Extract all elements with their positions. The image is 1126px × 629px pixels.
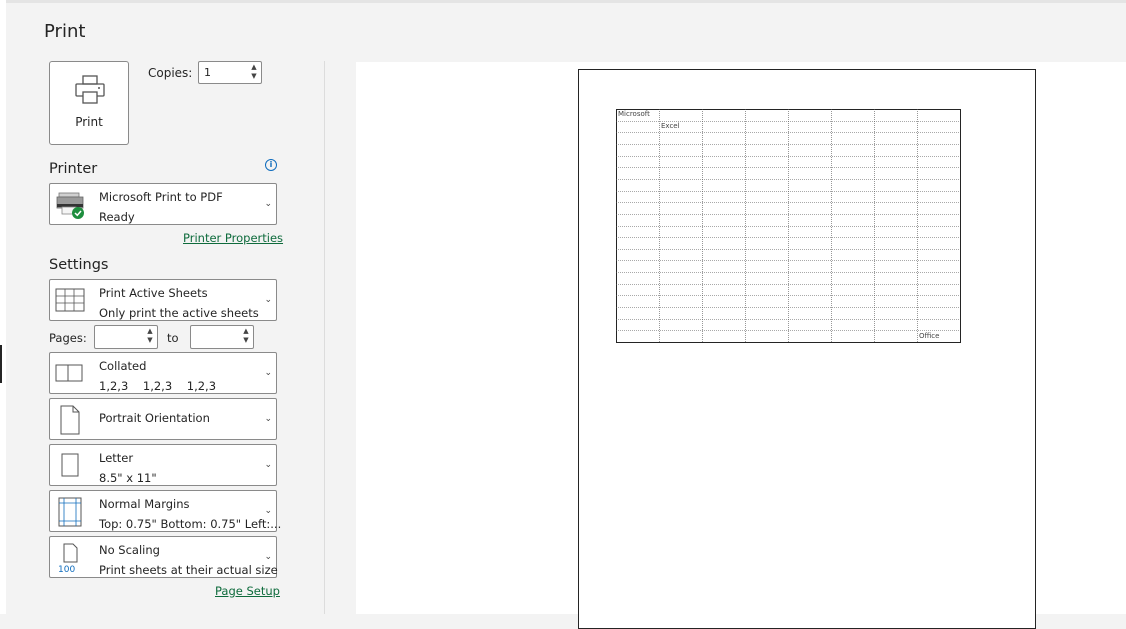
copies-input[interactable] [204, 64, 246, 81]
copies-stepper[interactable]: ▲ ▼ [198, 61, 262, 84]
pages-label: Pages: [49, 331, 87, 345]
pages-from-stepper[interactable]: ▲ ▼ [94, 325, 158, 349]
orientation-title: Portrait Orientation [99, 411, 210, 425]
collation-dropdown[interactable]: Collated 1,2,3 1,2,3 1,2,3 ⌄ [49, 352, 277, 394]
to-label: to [167, 331, 179, 345]
copies-label: Copies: [148, 66, 193, 80]
chevron-down-icon: ⌄ [264, 414, 272, 424]
portrait-page-icon [60, 405, 80, 435]
scaling-icon: 100 [58, 543, 78, 573]
info-icon[interactable]: i [265, 159, 277, 171]
preview-cell-b2: Excel [661, 122, 680, 130]
top-strip [0, 0, 1126, 3]
pages-from-input[interactable] [100, 329, 142, 345]
preview-cell-a1: Microsoft [618, 110, 650, 118]
paper-size-subtitle: 8.5" x 11" [99, 471, 157, 485]
settings-heading: Settings [49, 257, 109, 273]
print-button-label: Print [75, 115, 103, 129]
focus-indicator [0, 345, 2, 383]
printer-device-icon [56, 192, 84, 219]
print-what-dropdown[interactable]: Print Active Sheets Only print the activ… [49, 279, 277, 321]
panel-divider [324, 61, 325, 614]
orientation-dropdown[interactable]: Portrait Orientation ⌄ [49, 398, 277, 440]
chevron-down-icon: ⌄ [264, 552, 272, 562]
pages-to-stepper[interactable]: ▲ ▼ [190, 325, 254, 349]
preview-cell-h20: Office [919, 332, 940, 340]
chevron-down-icon: ⌄ [264, 295, 272, 305]
margins-dropdown[interactable]: Normal Margins Top: 0.75" Bottom: 0.75" … [49, 490, 281, 532]
margins-title: Normal Margins [99, 497, 190, 511]
page-title: Print [44, 21, 86, 42]
pages-to-spinner[interactable]: ▲ ▼ [241, 327, 251, 346]
printer-status: Ready [99, 210, 135, 224]
margins-icon [58, 497, 82, 527]
collation-subtitle: 1,2,3 1,2,3 1,2,3 [99, 379, 217, 393]
chevron-down-icon: ⌄ [264, 460, 272, 470]
printer-heading: Printer [49, 161, 98, 177]
scaling-dropdown[interactable]: 100 No Scaling Print sheets at their act… [49, 536, 278, 578]
pages-from-spinner[interactable]: ▲ ▼ [145, 327, 155, 346]
print-button[interactable]: Print [49, 61, 129, 145]
pages-to-up-arrow-icon[interactable]: ▲ [241, 327, 251, 336]
paper-size-icon [61, 453, 79, 477]
collated-icon [55, 364, 83, 382]
pages-from-down-arrow-icon[interactable]: ▼ [145, 336, 155, 345]
margins-subtitle: Top: 0.75" Bottom: 0.75" Left:... [99, 517, 282, 531]
printer-dropdown[interactable]: Microsoft Print to PDF Ready ⌄ [49, 183, 277, 225]
scaling-subtitle: Print sheets at their actual size [99, 563, 278, 577]
chevron-down-icon: ⌄ [264, 368, 272, 378]
paper-size-dropdown[interactable]: Letter 8.5" x 11" ⌄ [49, 444, 277, 486]
pages-to-input[interactable] [196, 329, 238, 345]
copies-down-arrow-icon[interactable]: ▼ [249, 72, 259, 81]
page-setup-link[interactable]: Page Setup [215, 584, 280, 598]
scaling-title: No Scaling [99, 543, 160, 557]
svg-text:100: 100 [58, 565, 75, 573]
preview-sheet-grid [616, 109, 961, 343]
print-what-subtitle: Only print the active sheets [99, 306, 259, 320]
pages-from-up-arrow-icon[interactable]: ▲ [145, 327, 155, 336]
sheet-grid-icon [55, 288, 85, 312]
chevron-down-icon: ⌄ [264, 506, 272, 516]
printer-icon [75, 75, 105, 104]
left-edge [0, 0, 6, 614]
copies-up-arrow-icon[interactable]: ▲ [249, 63, 259, 72]
copies-spinner[interactable]: ▲ ▼ [249, 63, 259, 82]
pages-to-down-arrow-icon[interactable]: ▼ [241, 336, 251, 345]
chevron-down-icon: ⌄ [264, 199, 272, 209]
printer-properties-link[interactable]: Printer Properties [183, 231, 283, 245]
collation-title: Collated [99, 359, 147, 373]
paper-size-title: Letter [99, 451, 134, 465]
printer-name: Microsoft Print to PDF [99, 190, 223, 204]
print-what-title: Print Active Sheets [99, 286, 208, 300]
